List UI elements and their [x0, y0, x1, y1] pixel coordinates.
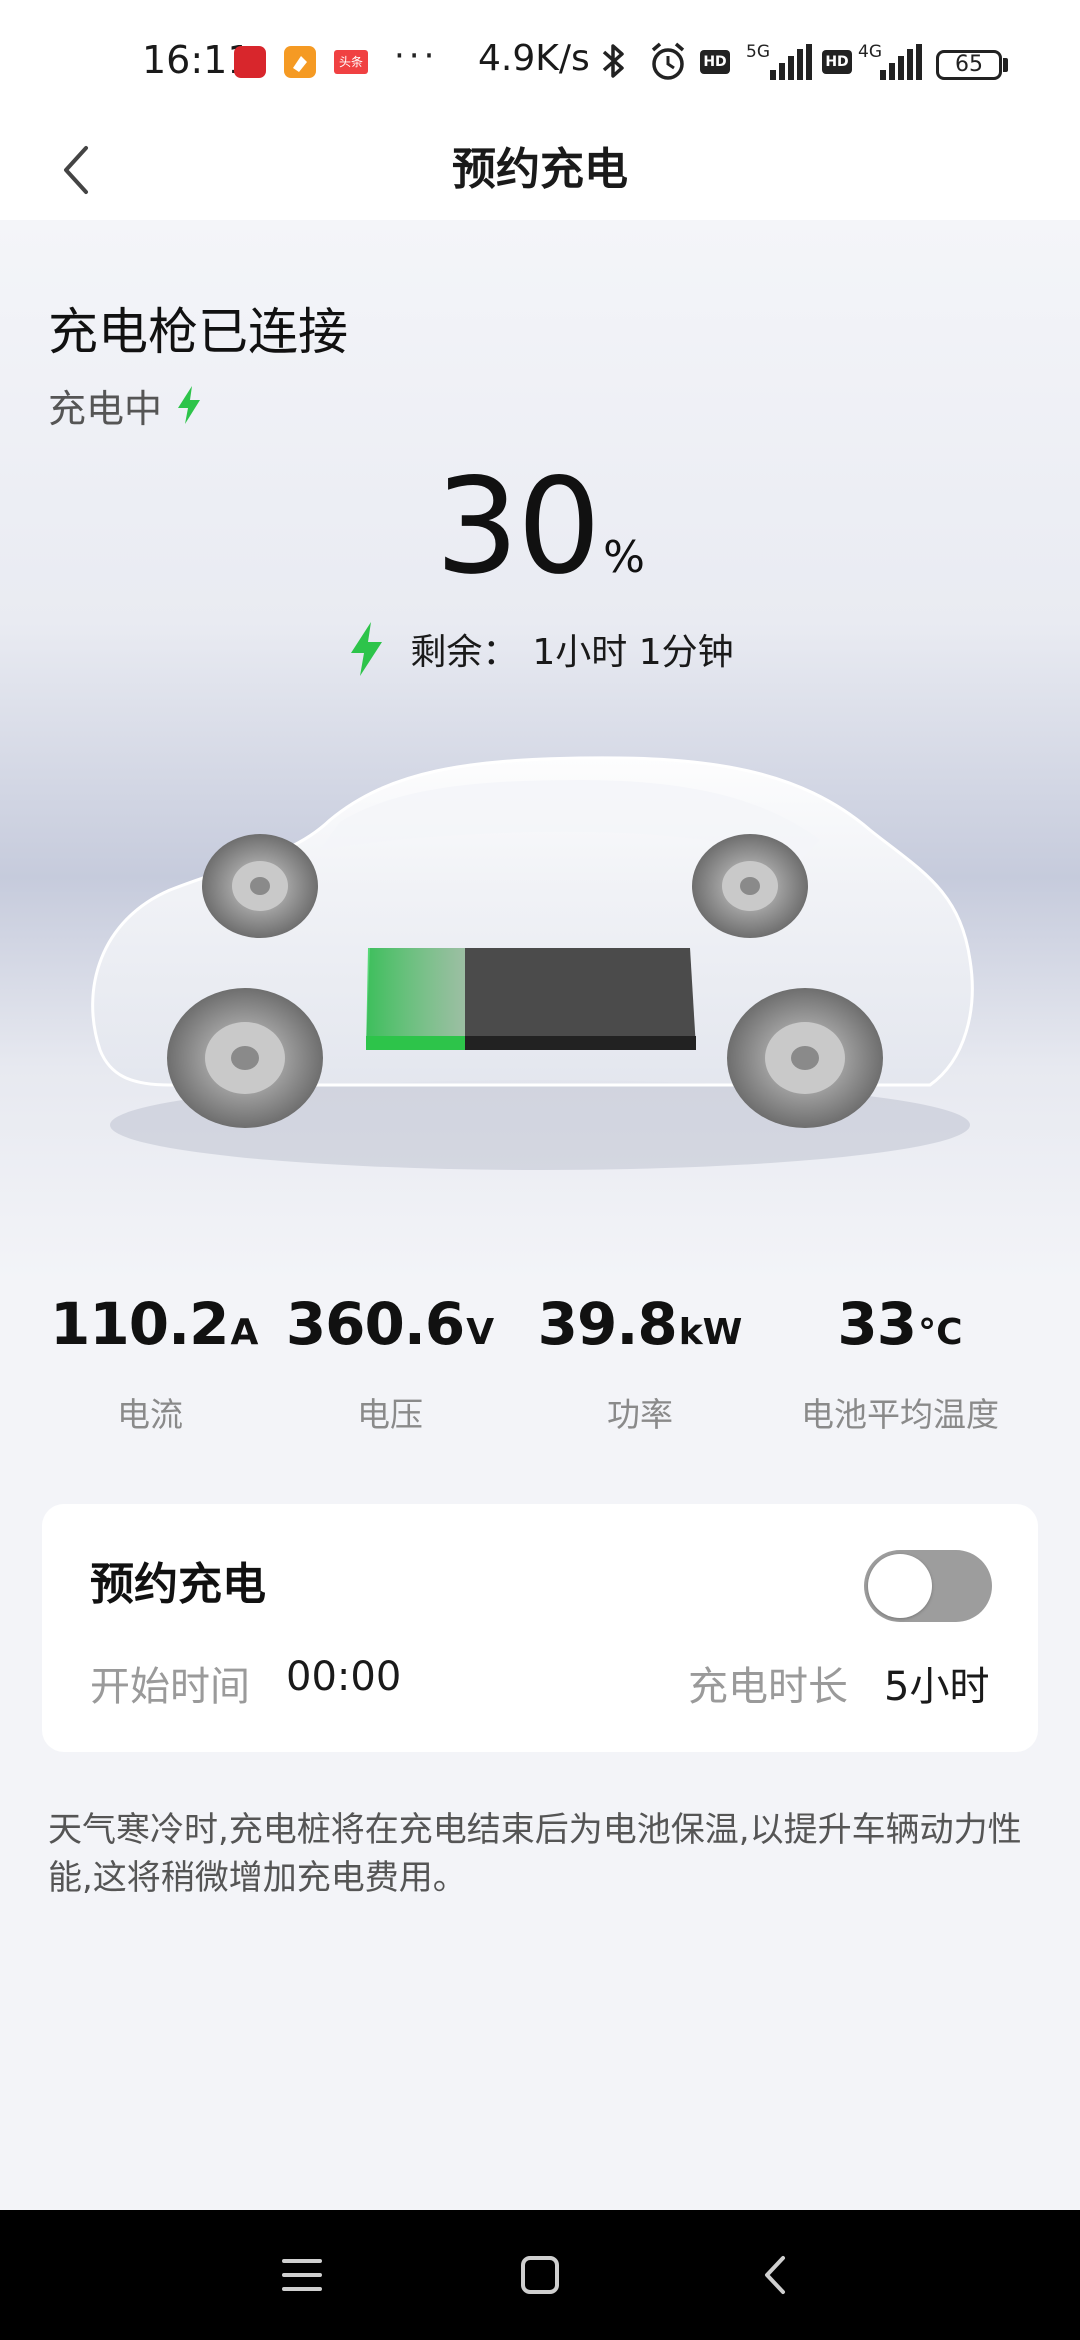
page-title: 预约充电 [452, 144, 628, 195]
remaining-label: 剩余： [410, 632, 519, 673]
charge-percentage: 30% [0, 450, 1080, 604]
system-back-button[interactable] [736, 2240, 816, 2310]
stat-label: 功率 [607, 1395, 673, 1434]
stat-value: 110.2 [50, 1290, 229, 1358]
stat-label: 电压 [357, 1395, 423, 1434]
schedule-card: 预约充电 开始时间 00:00 充电时长 5小时 [42, 1504, 1038, 1752]
network-label-sim2: 4G [858, 42, 882, 62]
stat-label: 电池平均温度 [801, 1395, 999, 1434]
battery-charge-edge [366, 1036, 465, 1050]
front-right-wheel [727, 988, 883, 1128]
system-nav-bar [0, 2210, 1080, 2340]
menu-icon [282, 2259, 322, 2291]
charging-status-row: 充电中 [48, 380, 204, 431]
rear-right-wheel [692, 834, 808, 938]
orange-app-icon [284, 46, 316, 78]
rear-left-wheel [202, 834, 318, 938]
toutiao-label: 头条 [338, 55, 363, 69]
hd-badge-sim1: HD [700, 50, 730, 74]
stat-value: 33 [837, 1290, 917, 1358]
net-speed: 4.9K/s [478, 38, 590, 79]
home-button[interactable] [500, 2240, 580, 2310]
schedule-toggle[interactable] [864, 1550, 992, 1622]
lightning-icon [351, 622, 383, 676]
stat-unit: A [230, 1312, 259, 1353]
duration-label: 充电时长 [688, 1664, 848, 1710]
alarm-icon [648, 40, 688, 88]
charge-percent-unit: % [603, 532, 645, 583]
red-app-icon [234, 46, 266, 78]
remaining-value: 1小时 1分钟 [532, 632, 734, 673]
duration-value[interactable]: 5小时 [884, 1654, 989, 1712]
more-notifications-icon: ··· [394, 36, 439, 76]
stat-label: 电流 [117, 1395, 183, 1434]
car-battery-illustration [91, 756, 974, 1170]
signal-icon-sim1 [770, 44, 812, 84]
toggle-knob [868, 1554, 932, 1618]
status-bar: 16:11 头条 ··· 4.9K/s HD 5G HD 4G 65 [0, 0, 1080, 120]
menu-button[interactable] [262, 2240, 342, 2310]
hd-badge-sim2: HD [822, 50, 852, 74]
network-label-sim1: 5G [746, 42, 770, 62]
stat-unit: V [466, 1312, 495, 1353]
front-left-wheel [167, 988, 323, 1128]
back-icon [765, 2256, 785, 2294]
chevron-left-icon [64, 146, 88, 194]
charging-status: 充电中 [48, 386, 163, 431]
bluetooth-icon [600, 40, 628, 86]
stat-unit: kW [678, 1312, 743, 1353]
toutiao-app-icon: 头条 [334, 50, 368, 74]
connection-title: 充电枪已连接 [48, 303, 348, 361]
charging-stats: 110.2A 电流 360.6V 电压 39.8kW 功率 33°C 电池平均温… [0, 1290, 1080, 1460]
stat-voltage: 360.6V 电压 [280, 1290, 500, 1436]
stat-power: 39.8kW 功率 [530, 1290, 750, 1436]
cold-weather-note: 天气寒冷时,充电桩将在充电结束后为电池保温,以提升车辆动力性能,这将稍微增加充电… [48, 1810, 1022, 1898]
nav-header: 预约充电 [0, 120, 1080, 220]
battery-pack [366, 948, 696, 1050]
remaining-time-row: 剩余： 1小时 1分钟 [0, 620, 1080, 678]
battery-level: 65 [955, 52, 983, 77]
stat-value: 39.8 [537, 1290, 678, 1358]
charge-percent-value: 30 [435, 450, 601, 604]
signal-icon-sim2 [880, 44, 922, 84]
start-time-label: 开始时间 [90, 1664, 250, 1710]
lightning-icon [178, 386, 201, 424]
battery-icon: 65 [936, 50, 1002, 80]
stat-value: 360.6 [285, 1290, 465, 1358]
schedule-title: 预约充电 [90, 1559, 266, 1610]
back-button[interactable] [50, 138, 110, 202]
battery-charge-fill [366, 948, 465, 1050]
home-icon [521, 2256, 559, 2294]
stat-battery-temp: 33°C 电池平均温度 [780, 1290, 1020, 1436]
start-time-value[interactable]: 00:00 [286, 1654, 401, 1700]
stat-unit: °C [918, 1312, 963, 1353]
battery-tip [1003, 58, 1008, 72]
stat-current: 110.2A 电流 [50, 1290, 258, 1436]
charging-panel: 充电枪已连接 充电中 30% 剩余： 1小时 1分钟 [0, 220, 1080, 1280]
